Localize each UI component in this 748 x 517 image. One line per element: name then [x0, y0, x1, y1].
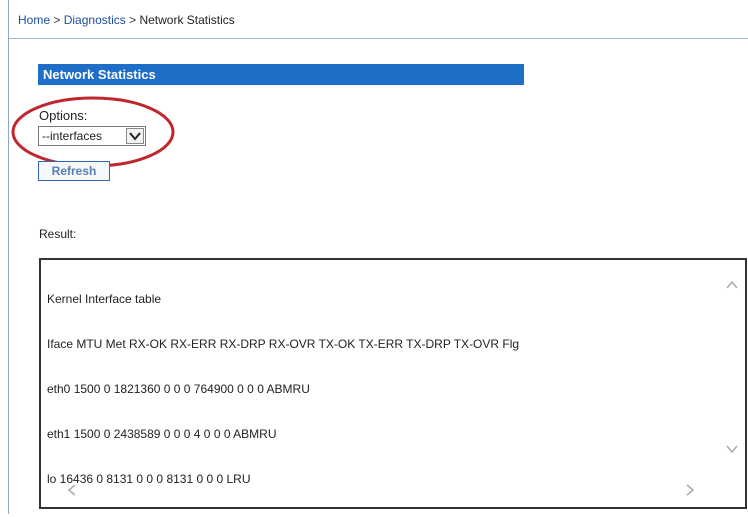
options-label: Options: — [39, 108, 88, 123]
refresh-button[interactable]: Refresh — [38, 161, 110, 181]
scroll-up-icon[interactable] — [725, 278, 739, 292]
result-textarea[interactable]: Kernel Interface table Iface MTU Met RX-… — [39, 258, 747, 509]
breadcrumb: Home > Diagnostics > Network Statistics — [18, 13, 235, 27]
result-output: Kernel Interface table Iface MTU Met RX-… — [47, 262, 707, 517]
section-header: Network Statistics — [38, 64, 524, 85]
chevron-down-icon[interactable] — [126, 128, 144, 144]
breadcrumb-bar: Home > Diagnostics > Network Statistics — [9, 0, 748, 39]
result-line: Iface MTU Met RX-OK RX-ERR RX-DRP RX-OVR… — [47, 337, 520, 351]
breadcrumb-separator: > — [53, 13, 61, 27]
breadcrumb-diagnostics-link[interactable]: Diagnostics — [64, 13, 126, 27]
page-frame: Home > Diagnostics > Network Statistics … — [8, 0, 748, 514]
scroll-right-icon[interactable] — [683, 483, 697, 497]
result-line: eth0 1500 0 1821360 0 0 0 764900 0 0 0 A… — [47, 382, 310, 396]
chevron-down-icon-graphic — [129, 132, 141, 141]
breadcrumb-separator: > — [129, 13, 137, 27]
scroll-down-icon[interactable] — [725, 442, 739, 456]
options-select[interactable]: --interfaces — [38, 126, 146, 146]
result-label: Result: — [39, 227, 77, 241]
scroll-left-icon[interactable] — [65, 483, 79, 497]
result-line: lo 16436 0 8131 0 0 0 8131 0 0 0 LRU — [47, 472, 251, 486]
breadcrumb-home-link[interactable]: Home — [18, 13, 50, 27]
options-select-value: --interfaces — [42, 129, 103, 143]
result-line: eth1 1500 0 2438589 0 0 0 4 0 0 0 ABMRU — [47, 427, 277, 441]
result-line: Kernel Interface table — [47, 292, 162, 306]
breadcrumb-current: Network Statistics — [139, 13, 235, 27]
